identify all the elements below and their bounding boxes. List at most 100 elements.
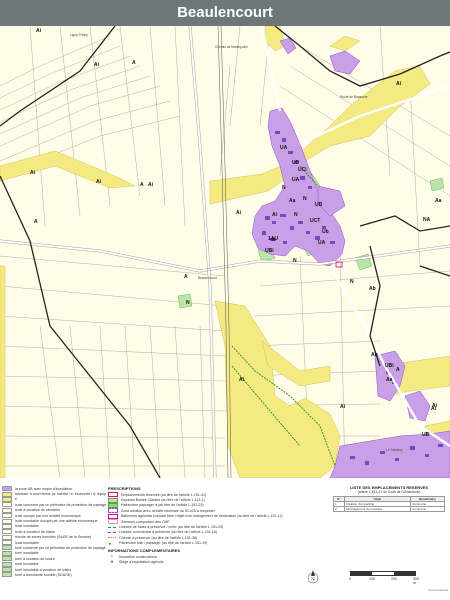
- zone-label: Ai: [431, 406, 437, 412]
- legend-swatch: [2, 567, 12, 573]
- zone-label: UA: [318, 240, 326, 246]
- reserved-table-cell: 2: [333, 506, 345, 512]
- legend-label: icole inondable occupé par une activité …: [15, 519, 98, 524]
- legend-swatch: [2, 545, 12, 551]
- info-label: Nouvelles constructions: [119, 554, 157, 559]
- zone-label: UD: [292, 160, 300, 166]
- legend-swatch: [108, 537, 116, 539]
- zone-legend-item: banisser à court terme (à: habitat / e: …: [2, 491, 106, 497]
- legend-swatch: [108, 513, 118, 519]
- legend-label: icole à vocation de loisirs: [15, 529, 55, 534]
- zone-label: UCi: [298, 167, 307, 173]
- legend-swatch: [2, 572, 12, 578]
- prescription-item: Bâtiments agricoles pouvant faire l'obje…: [108, 513, 313, 519]
- legend-swatch: [2, 518, 12, 524]
- legend-swatch: [108, 502, 118, 508]
- zone-label: Ai: [272, 212, 278, 218]
- legend-label: icole à vocation de cimetière: [15, 508, 61, 513]
- zone-label: Ab: [371, 352, 378, 358]
- legend-label: turel inondable à vocation de loisirs: [15, 567, 72, 572]
- legend-label: rincole de zones humides (SAGE de la Sen…: [15, 535, 92, 540]
- prescription-label: Chemin à préserver (au titre de l'articl…: [119, 535, 198, 540]
- map-title: Beaulencourt: [0, 0, 450, 26]
- legend-label: la zone UB avec risque d'inondation: [15, 486, 73, 491]
- reserved-table-subtitle: (article L.151-41 du Code de l'Urbanisme…: [357, 490, 421, 494]
- legend-label: é: [15, 497, 17, 502]
- legend-swatch: [2, 513, 12, 519]
- zone-label: UA: [280, 145, 288, 151]
- legend-label: turel concerné par un périmètre de prote…: [15, 545, 106, 550]
- zone-label: Ai: [396, 81, 402, 87]
- zone-label: Aa: [289, 198, 296, 204]
- info-label: Siège d'exploitation agricole: [119, 559, 164, 564]
- scale-bar: 0 100 200 300 m: [349, 571, 419, 585]
- legend-swatch: [2, 540, 12, 546]
- legend-swatch: [108, 497, 118, 503]
- zone-label: A: [140, 182, 144, 188]
- legend-swatch: [108, 519, 118, 525]
- north-arrow-icon: N: [307, 570, 319, 584]
- prescription-item: ★ Patrimoine bâti / paysager (au titre de…: [108, 541, 313, 546]
- legend-label: icole inondable: [15, 524, 39, 529]
- legend-swatch: [2, 534, 12, 540]
- legend-label: icole occupé par une activité économique: [15, 513, 81, 518]
- scale-tick-label: 300 m: [413, 576, 419, 585]
- legend-label: icole concerné par un périmètre de prote…: [15, 502, 106, 507]
- zone-label: 1AU: [268, 236, 278, 242]
- reserved-table: N° Objet Bénéficiaire 1 Création d'un parki…: [333, 496, 445, 512]
- zone-label: Ai: [148, 182, 154, 188]
- prescription-label: Zone urbaine avec densité minimale du SC…: [121, 508, 215, 513]
- prescription-label: Secteurs comportant des OAP: [121, 519, 170, 524]
- legend-label: turel à vocation de loisirs: [15, 556, 55, 561]
- prescriptions-legend: PRESCRIPTIONS Emplacements réservés (au …: [108, 484, 313, 565]
- reserved-emplacements-table-block: LISTE DES EMPLACEMENTS RESERVES (article…: [333, 485, 445, 512]
- info-list: + Nouvelles constructions ★ Siège d'exploit…: [108, 554, 313, 565]
- zone-label: A: [34, 219, 38, 225]
- zone-label: N: [282, 185, 286, 191]
- legend-swatch: [2, 529, 12, 535]
- prescription-label: Patrimoine paysager à (au titre de l'art…: [121, 503, 204, 508]
- zone-label: N: [294, 212, 298, 218]
- zone-label: Ai: [239, 377, 245, 383]
- place-name-label: Ligny-Thilloy: [70, 33, 88, 37]
- table-row: 2 Aménagement d'un espace Commune: [333, 506, 445, 512]
- legend-label: turel inondable: [15, 562, 39, 567]
- legend-swatch: [2, 486, 12, 492]
- legend-label: turel inondable: [15, 551, 39, 556]
- zone-label: A: [132, 60, 136, 66]
- north-arrow: N: [307, 570, 319, 584]
- legend-label: banisser à court terme (à: habitat / e: …: [15, 492, 106, 497]
- legend-swatch: [108, 508, 118, 514]
- place-name-label: Chemin de Martinpuich: [215, 45, 248, 49]
- zone-label: N: [303, 196, 307, 202]
- legend-swatch: [2, 523, 12, 529]
- legend-swatch: [2, 507, 12, 513]
- zone-label: Ab: [369, 286, 376, 292]
- zone-legend-item: turel à dominante humide (SDAGE): [2, 572, 106, 578]
- zone-legend-item: icole inondable occupé par une activité …: [2, 518, 106, 524]
- prescription-label: Patrimoine bâti / paysager (au titre de …: [119, 541, 208, 546]
- prescription-label: Espaces Boisés Classés (au titre de l'ar…: [121, 498, 205, 503]
- prescription-label: Emplacements réservés (au titre de l'art…: [121, 492, 207, 497]
- place-name-label: Route de Bapaume: [340, 95, 368, 99]
- legend-label: turel à dominante humide (SDAGE): [15, 572, 72, 577]
- zone-label: Ub: [322, 229, 329, 235]
- zone-label: NA: [423, 217, 431, 223]
- place-name-label: Le Transloy: [386, 448, 403, 452]
- zone-legend-item: rincole de zones humides (SAGE de la Sen…: [2, 534, 106, 540]
- zone-label: UB: [315, 202, 323, 208]
- info-item: ★ Siège d'exploitation agricole: [108, 559, 313, 564]
- prescription-label: Linéaire commercial à préserver (au titr…: [119, 530, 217, 535]
- zone-label: Ai: [236, 210, 242, 216]
- star-icon: ★: [108, 540, 112, 546]
- zone-label: N: [186, 300, 190, 306]
- scale-tick-label: 200: [391, 576, 397, 581]
- zone-label: UA: [292, 177, 300, 183]
- zone-label: Aa: [435, 198, 442, 204]
- zoning-map[interactable]: Ai Ai Ai Ai Ai Ai Ai Ai Ai Ai Ai Ai A A A A A N N N N N N N UA UA…: [0, 26, 450, 478]
- legend-label: icole inondable: [15, 540, 39, 545]
- scale-tick-label: 100: [369, 576, 375, 581]
- credit-text: Fond cadastral: [428, 588, 448, 592]
- scale-tick-label: 0: [349, 576, 351, 581]
- scale-bar-ticks: 0 100 200 300 m: [349, 576, 419, 585]
